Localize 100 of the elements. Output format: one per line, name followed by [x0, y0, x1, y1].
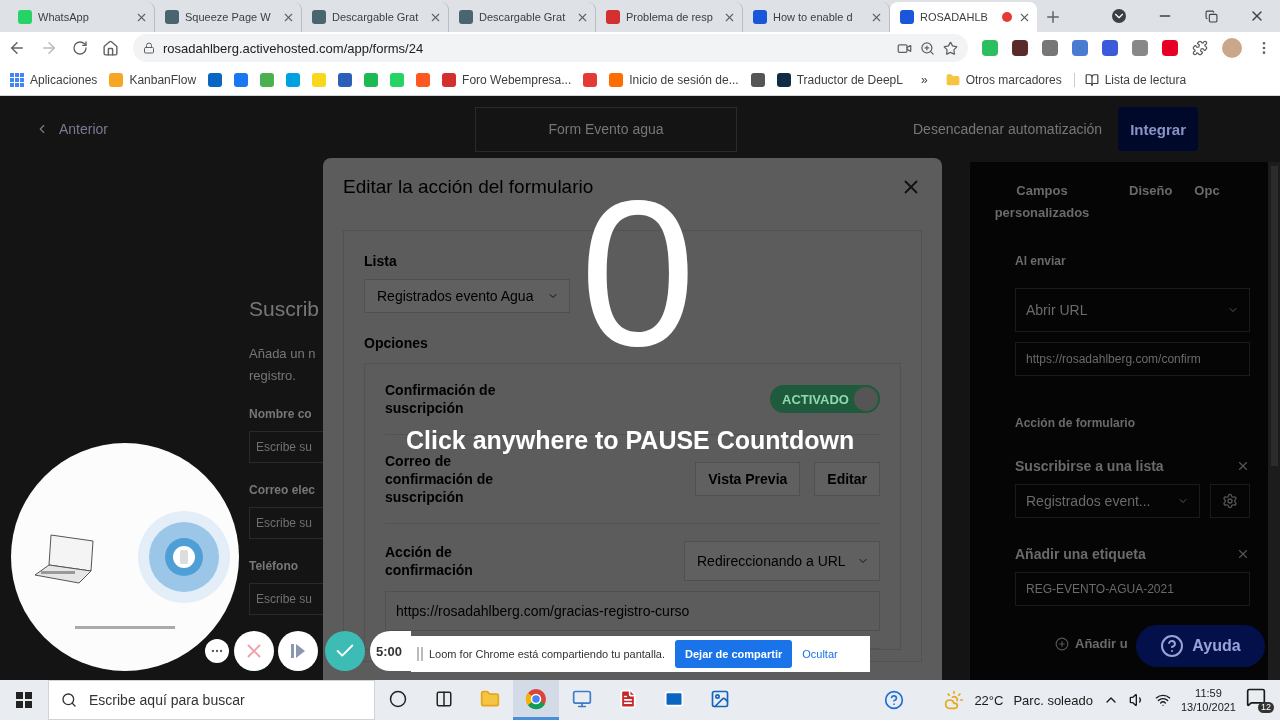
photo-icon: [710, 688, 730, 709]
site-icon[interactable]: [208, 72, 223, 87]
hide-link[interactable]: Ocultar: [802, 648, 838, 660]
clock[interactable]: 11:59 13/10/2021: [1180, 686, 1236, 714]
integrate-button[interactable]: Integrar: [1118, 107, 1199, 151]
extension-icon[interactable]: [1162, 40, 1178, 56]
sharing-message: Loom for Chrome está compartiendo tu pantalla.: [429, 648, 666, 660]
list-select[interactable]: Registrados event...: [1015, 484, 1200, 518]
play-icon: [289, 642, 307, 660]
back-link[interactable]: Anterior: [35, 121, 109, 137]
browser-tab[interactable]: ROSADAHLB: [890, 2, 1037, 32]
search-icon: [61, 692, 77, 708]
computer-icon: [572, 688, 592, 709]
resume-button[interactable]: [278, 631, 318, 671]
zoom-icon[interactable]: [920, 40, 935, 56]
more-button[interactable]: [205, 639, 229, 663]
action-title: Suscribirse a una lista: [1015, 458, 1164, 474]
lock-icon: [143, 42, 155, 54]
panel-tab[interactable]: Opc: [1194, 180, 1220, 202]
option-button[interactable]: Vista Previa: [695, 462, 801, 496]
field-label: Lista: [364, 253, 397, 269]
section-label: Acción de formulario: [1015, 416, 1136, 430]
circle-icon: [389, 689, 407, 708]
option-label: Correo de confirmación de suscripción: [385, 453, 494, 506]
form-name-field[interactable]: Form Evento agua: [475, 106, 737, 152]
help-button[interactable]: Ayuda: [1136, 625, 1265, 667]
start-icon[interactable]: [16, 692, 32, 708]
countdown-message: Click anywhere to PAUSE Countdown: [406, 426, 855, 455]
field-label: Nombre co: [249, 407, 312, 421]
restore-icon[interactable]: [1204, 9, 1218, 23]
action-select[interactable]: Redireccionando a URL: [684, 541, 880, 581]
star-icon[interactable]: [943, 40, 958, 56]
action-title: Añadir una etiqueta: [1015, 546, 1146, 562]
more-bookmarks-button[interactable]: »: [920, 72, 928, 87]
panel-tab[interactable]: Diseño: [1129, 180, 1173, 202]
option-label: Confirmación de suscripción: [385, 381, 497, 417]
url-field[interactable]: https://rosadahlberg.com/confirm: [1015, 342, 1250, 376]
chevron-down-icon[interactable]: [1112, 9, 1126, 23]
drag-handle[interactable]: [417, 647, 423, 661]
field-label: Teléfono: [249, 559, 299, 573]
trigger-link[interactable]: Desencadenar automatización: [913, 121, 1103, 137]
home-icon[interactable]: [102, 39, 119, 57]
bookmark[interactable]: Traductor de DeepL: [776, 72, 903, 87]
list-select[interactable]: Registrados evento Agua: [364, 279, 570, 313]
back-icon[interactable]: [8, 39, 26, 57]
help-icon[interactable]: [884, 690, 905, 710]
book-icon: [1084, 72, 1099, 87]
plus-icon[interactable]: [1055, 636, 1069, 651]
site-icon[interactable]: [750, 72, 765, 87]
task-view-icon: [435, 689, 453, 708]
scrollbar[interactable]: [1268, 162, 1280, 680]
site-icon[interactable]: [338, 72, 353, 87]
url-field[interactable]: https://rosadahlberg.com/gracias-registro-curso: [385, 591, 880, 631]
stop-sharing-button[interactable]: Dejar de compartir: [675, 640, 793, 668]
option-label: Acción de confirmación: [385, 543, 474, 579]
site-icon[interactable]: [416, 72, 431, 87]
form-title: Suscrib: [249, 296, 320, 322]
action-select[interactable]: Abrir URL: [1015, 288, 1250, 332]
section-label: Opciones: [364, 335, 428, 351]
gear-icon: [1222, 493, 1238, 509]
bookmark[interactable]: Foro Webempresa...: [442, 72, 572, 87]
cancel-button[interactable]: [234, 631, 274, 671]
folder-icon: [480, 688, 500, 709]
document-icon: [618, 688, 638, 709]
temperature: 22°C: [974, 692, 1004, 708]
option-button[interactable]: Editar: [814, 462, 880, 496]
extension-icon[interactable]: [1012, 40, 1028, 56]
reload-icon[interactable]: [72, 40, 88, 56]
site-icon[interactable]: [234, 72, 249, 87]
folder-icon: [945, 72, 960, 87]
taskbar-search-field[interactable]: Escribe aquí para buscar: [48, 680, 375, 720]
extension-icon[interactable]: [1102, 40, 1118, 56]
site-icon[interactable]: [583, 72, 598, 87]
extension-icon[interactable]: [1042, 40, 1058, 56]
bookmark-folder[interactable]: Otros marcadores: [945, 72, 1062, 87]
bookmark[interactable]: KanbanFlow: [109, 72, 197, 87]
countdown-number: 0: [580, 195, 696, 351]
add-link[interactable]: Añadir u: [1075, 636, 1128, 651]
address-bar[interactable]: rosadahlberg.activehosted.com/app/forms/24: [133, 34, 968, 62]
toggle-switch[interactable]: ACTIVADO: [770, 385, 880, 413]
form-description: Añada un n registro.: [249, 345, 316, 385]
modal-title: Editar la acción del formulario: [343, 176, 594, 198]
extension-icon[interactable]: [1072, 40, 1088, 56]
notifications-button[interactable]: 12: [1246, 687, 1274, 713]
notification-count: 12: [1258, 702, 1274, 713]
weather-text: Parc. soleado: [1013, 692, 1093, 708]
apps-grid-icon: [10, 72, 24, 87]
reading-list-button[interactable]: Lista de lectura: [1073, 72, 1187, 87]
browser-icon: [525, 687, 547, 710]
bookmark[interactable]: Inicio de sesión de...: [609, 72, 739, 87]
recording-timer: 5:00: [370, 631, 411, 671]
puzzle-icon[interactable]: [1192, 40, 1208, 56]
tag-field[interactable]: REG-EVENTO-AGUA-2021: [1015, 572, 1250, 606]
wifi-icon[interactable]: [1154, 692, 1171, 708]
bookmark[interactable]: Aplicaciones: [10, 72, 98, 87]
panel-tab[interactable]: Campos personalizados: [977, 180, 1107, 224]
plus-icon[interactable]: [1044, 8, 1062, 26]
help-icon: [1160, 634, 1185, 658]
section-label: Al enviar: [1015, 254, 1066, 268]
field-label: Correo elec: [249, 483, 316, 497]
